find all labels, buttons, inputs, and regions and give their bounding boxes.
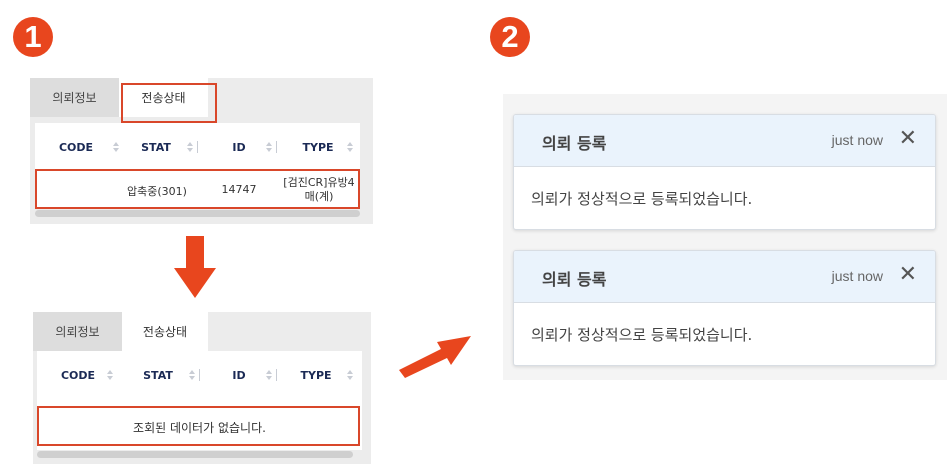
arrow-right-icon [399,336,471,378]
tab-bar: 의뢰정보 전송상태 [33,312,208,351]
column-divider[interactable] [276,141,277,153]
column-divider[interactable] [276,369,277,381]
column-divider[interactable] [197,141,198,153]
col-header-stat[interactable]: STAT [133,123,179,171]
step-2-badge: 2 [490,17,530,57]
toast-container: 의뢰 등록 just now ✕ 의뢰가 정상적으로 등록되었습니다. 의뢰 등… [503,94,947,380]
sort-icon[interactable] [187,142,193,152]
toast-message: 의뢰가 정상적으로 등록되었습니다. [531,190,753,208]
toast-title: 의뢰 등록 [542,134,607,153]
sort-icon[interactable] [266,370,272,380]
toast-header: 의뢰 등록 just now ✕ [514,251,935,303]
row-highlight [35,169,360,209]
toast-message: 의뢰가 정상적으로 등록되었습니다. [531,326,753,344]
step-1-badge: 1 [13,17,53,57]
column-divider[interactable] [199,369,200,381]
toast-header: 의뢰 등록 just now ✕ [514,115,935,167]
close-icon[interactable]: ✕ [899,127,917,151]
grid-header: CODE STAT ID TYPE [35,123,360,171]
sort-icon[interactable] [347,142,353,152]
toast-title: 의뢰 등록 [542,270,607,289]
col-header-id[interactable]: ID [227,123,251,171]
col-header-stat[interactable]: STAT [135,351,181,399]
active-tab-highlight [121,83,217,123]
arrow-down-icon [174,236,216,298]
toast-timestamp: just now [831,132,883,148]
col-header-id[interactable]: ID [227,351,251,399]
transfer-panel-after: 의뢰정보 전송상태 CODE STAT ID TYPE 조회된 데이터가 없습니… [33,312,371,464]
toast-body: 의뢰가 정상적으로 등록되었습니다. [514,303,935,365]
grid-header: CODE STAT ID TYPE [37,351,362,399]
tab-request-info[interactable]: 의뢰정보 [33,312,122,351]
toast-timestamp: just now [831,268,883,284]
tab-transfer-status[interactable]: 전송상태 [122,312,208,351]
tab-request-info[interactable]: 의뢰정보 [30,78,119,117]
toast-notification: 의뢰 등록 just now ✕ 의뢰가 정상적으로 등록되었습니다. [513,114,936,230]
transfer-panel-before: 의뢰정보 전송상태 CODE STAT ID TYPE 압축중(301) 147… [30,78,373,224]
col-header-code[interactable]: CODE [53,123,99,171]
sort-icon[interactable] [189,370,195,380]
toast-notification: 의뢰 등록 just now ✕ 의뢰가 정상적으로 등록되었습니다. [513,250,936,366]
sort-icon[interactable] [266,142,272,152]
sort-icon[interactable] [113,142,119,152]
close-icon[interactable]: ✕ [899,263,917,287]
col-header-type[interactable]: TYPE [297,351,335,399]
col-header-code[interactable]: CODE [55,351,101,399]
sort-icon[interactable] [347,370,353,380]
empty-row-highlight [37,406,360,446]
horizontal-scrollbar[interactable] [37,451,353,458]
sort-icon[interactable] [107,370,113,380]
horizontal-scrollbar[interactable] [35,210,360,217]
col-header-type[interactable]: TYPE [299,123,337,171]
toast-body: 의뢰가 정상적으로 등록되었습니다. [514,167,935,229]
